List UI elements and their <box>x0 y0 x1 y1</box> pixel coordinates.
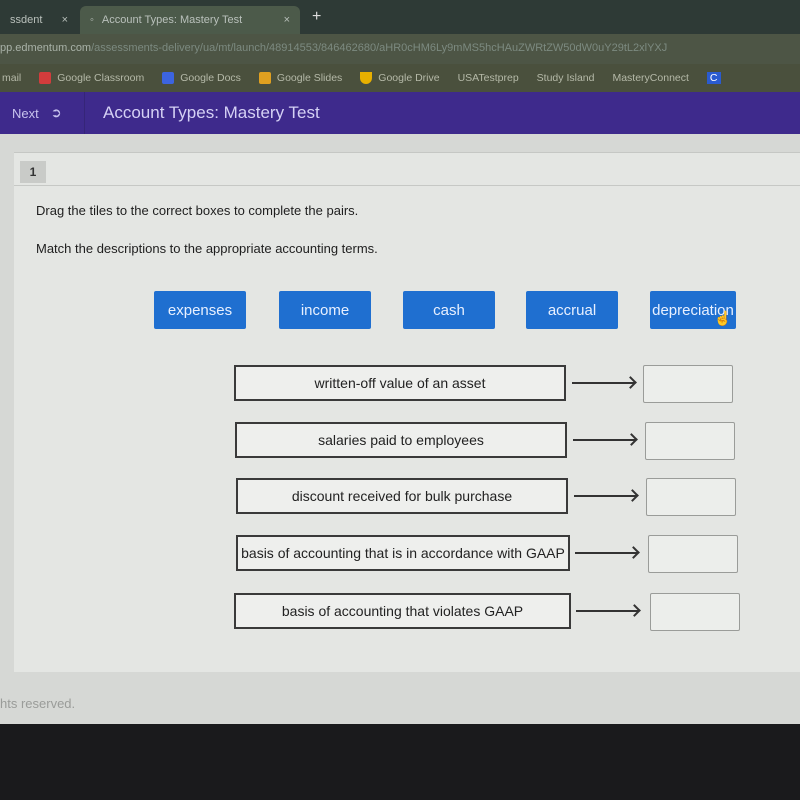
arrow-right-icon <box>572 382 634 384</box>
url-host: pp.edmentum.com <box>0 42 92 54</box>
arrow-right-icon <box>575 552 637 554</box>
next-button[interactable]: Next ➲ <box>0 92 85 134</box>
footer-copyright: hts reserved. <box>0 696 76 711</box>
bookmark-usatestprep[interactable]: USATestprep <box>458 72 519 84</box>
bookmark-label: Google Classroom <box>57 72 145 84</box>
classroom-icon <box>39 72 52 84</box>
drop-target[interactable] <box>645 422 735 460</box>
browser-tab[interactable]: ssdent × <box>0 6 78 34</box>
bookmark-gmail[interactable]: mail <box>2 72 21 84</box>
drop-target[interactable] <box>646 478 736 516</box>
arrow-right-circle-icon: ➲ <box>50 105 62 120</box>
bookmark-c[interactable]: C <box>706 72 721 84</box>
bookmark-label: USATestprep <box>457 72 519 84</box>
close-tab-icon[interactable]: × <box>284 14 290 26</box>
description-box: basis of accounting that is in accordanc… <box>236 535 570 571</box>
tab-label: Account Types: Mastery Test <box>101 14 243 26</box>
description-box: written-off value of an asset <box>234 365 566 401</box>
description-box: salaries paid to employees <box>235 422 567 458</box>
bookmark-google-classroom[interactable]: Google Classroom <box>39 72 144 84</box>
bookmark-label: C <box>706 72 721 84</box>
arrow-right-icon <box>573 439 635 441</box>
drop-target[interactable] <box>650 593 740 631</box>
docs-icon <box>162 72 175 84</box>
description-box: basis of accounting that violates GAAP <box>234 593 571 629</box>
bookmark-label: Google Slides <box>276 72 343 84</box>
arrow-right-icon <box>574 495 636 497</box>
url-path: /assessments-delivery/ua/mt/launch/48914… <box>91 42 668 54</box>
drop-target[interactable] <box>648 535 738 573</box>
slides-icon <box>258 72 271 84</box>
tab-favicon-icon: ◦ <box>90 14 94 26</box>
tile-cash[interactable]: cash <box>403 291 495 329</box>
bookmark-label: MasteryConnect <box>612 72 689 84</box>
app-header: Next ➲ Account Types: Mastery Test <box>0 92 800 134</box>
tile-expenses[interactable]: expenses <box>154 291 246 329</box>
drive-icon <box>360 72 373 84</box>
pair-row: salaries paid to employees <box>14 422 800 462</box>
arrow-right-icon <box>576 610 638 612</box>
bookmark-study-island[interactable]: Study Island <box>537 72 595 84</box>
bookmark-label: Google Drive <box>378 72 440 84</box>
address-bar[interactable]: pp.edmentum.com/assessments-delivery/ua/… <box>0 34 800 64</box>
question-card: 1 Drag the tiles to the correct boxes to… <box>14 152 800 672</box>
bookmark-google-docs[interactable]: Google Docs <box>162 72 241 84</box>
page-title: Account Types: Mastery Test <box>103 103 320 122</box>
question-number: 1 <box>20 161 46 183</box>
instruction: Drag the tiles to the correct boxes to c… <box>36 203 359 218</box>
bookmark-google-slides[interactable]: Google Slides <box>258 72 343 84</box>
pair-row: basis of accounting that is in accordanc… <box>14 535 800 575</box>
hand-cursor-icon: ☝ <box>714 310 732 326</box>
bookmark-label: Google Docs <box>180 72 241 84</box>
new-tab-button[interactable]: + <box>312 8 321 26</box>
bookmark-label: mail <box>2 72 22 84</box>
description-box: discount received for bulk purchase <box>236 478 568 514</box>
bookmark-label: Study Island <box>536 72 595 84</box>
content-area: 1 Drag the tiles to the correct boxes to… <box>0 134 800 724</box>
tab-label: ssdent <box>10 14 43 26</box>
browser-tab-bar: ssdent × ◦ Account Types: Mastery Test × + <box>0 0 800 34</box>
tile-accrual[interactable]: accrual <box>526 291 618 329</box>
pair-row: discount received for bulk purchase <box>14 478 800 518</box>
divider <box>14 185 800 186</box>
bookmarks-bar: mail Google Classroom Google Docs Google… <box>0 64 800 92</box>
drop-target[interactable] <box>643 365 733 403</box>
instruction: Match the descriptions to the appropriat… <box>36 241 378 256</box>
close-tab-icon[interactable]: × <box>62 14 68 26</box>
next-label: Next <box>12 105 39 121</box>
pair-row: basis of accounting that violates GAAP <box>14 593 800 633</box>
browser-tab-active[interactable]: ◦ Account Types: Mastery Test × <box>80 6 300 34</box>
bookmark-masteryconnect[interactable]: MasteryConnect <box>612 72 688 84</box>
bookmark-google-drive[interactable]: Google Drive <box>360 72 440 84</box>
tile-income[interactable]: income <box>279 291 371 329</box>
pair-row: written-off value of an asset <box>14 365 800 405</box>
